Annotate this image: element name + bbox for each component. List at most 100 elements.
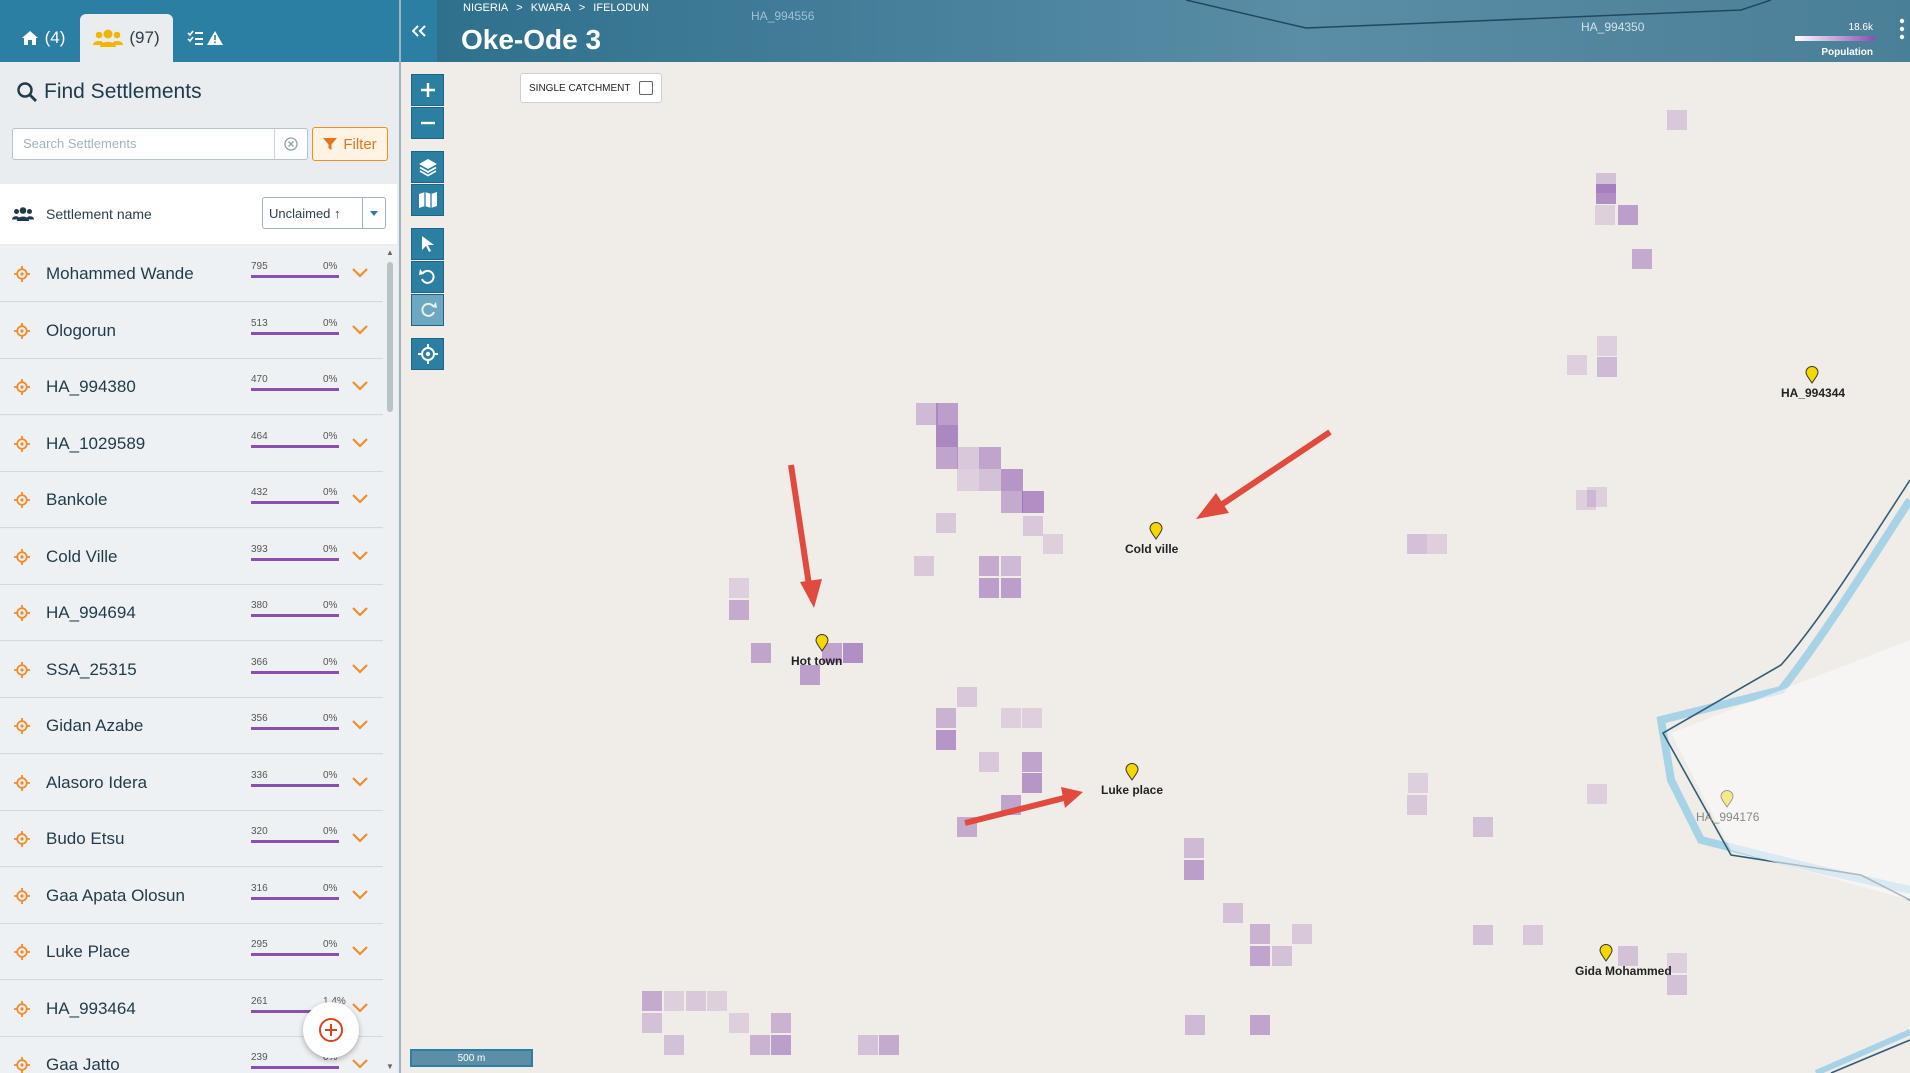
locate-target-icon[interactable]: [14, 774, 30, 791]
settlement-row[interactable]: Cold Ville 393 0%: [0, 528, 383, 585]
zoom-out-button[interactable]: [411, 107, 444, 139]
population-pixel: [751, 643, 771, 663]
settlement-name[interactable]: SSA_25315: [46, 660, 137, 680]
caret-down-icon[interactable]: [362, 198, 385, 228]
chevron-down-icon[interactable]: [352, 494, 368, 504]
settlement-name[interactable]: Gaa Apata Olosun: [46, 886, 185, 906]
scroll-thumb[interactable]: [387, 262, 393, 412]
search-input[interactable]: [21, 135, 275, 152]
chevron-down-icon[interactable]: [352, 720, 368, 730]
chevron-down-icon[interactable]: [352, 946, 368, 956]
settlement-name[interactable]: Luke Place: [46, 942, 130, 962]
settlement-name[interactable]: Alasoro Idera: [46, 773, 147, 793]
layers-button[interactable]: [411, 151, 444, 183]
settlement-row[interactable]: Alasoro Idera 336 0%: [0, 754, 383, 811]
redo-button[interactable]: [411, 294, 444, 326]
chevron-down-icon[interactable]: [352, 833, 368, 843]
scroll-down-arrow[interactable]: ▼: [386, 1062, 394, 1071]
chevron-down-icon[interactable]: [352, 268, 368, 278]
boundary-line-bottom: [1830, 1039, 1910, 1073]
scroll-up-arrow[interactable]: ▲: [386, 248, 394, 257]
chevron-down-icon[interactable]: [352, 889, 368, 900]
map-view[interactable]: Cold ville Hot town Luke place HA_994344 HA_…: [401, 0, 1910, 1073]
clear-search-icon[interactable]: [274, 129, 307, 159]
settlement-row[interactable]: Bankole 432 0%: [0, 472, 383, 528]
undo-button[interactable]: [411, 261, 444, 293]
settlement-name[interactable]: Gaa Jatto: [46, 1055, 120, 1073]
locate-target-icon[interactable]: [14, 661, 30, 678]
settlement-row[interactable]: SSA_25315 366 0%: [0, 641, 383, 698]
locate-target-icon[interactable]: [14, 435, 30, 452]
chevron-down-icon[interactable]: [352, 437, 368, 448]
settlement-name[interactable]: Bankole: [46, 490, 107, 510]
chevron-down-icon[interactable]: [352, 381, 368, 391]
single-catchment-checkbox[interactable]: [638, 81, 653, 95]
breadcrumb-lga[interactable]: IFELODUN: [593, 2, 649, 14]
zoom-in-button[interactable]: [411, 74, 444, 106]
chevron-down-icon[interactable]: [352, 607, 368, 617]
settlement-row[interactable]: Ologorun 513 0%: [0, 302, 383, 359]
tab-households[interactable]: (4): [12, 14, 74, 62]
chevron-down-icon[interactable]: [352, 324, 368, 335]
settlement-row[interactable]: Luke Place 295 0%: [0, 924, 383, 980]
settlement-row[interactable]: Gidan Azabe 356 0%: [0, 698, 383, 754]
marker-label-hot-town: Hot town: [791, 654, 843, 668]
basemap-button[interactable]: [411, 184, 444, 216]
population-bar: [251, 727, 339, 730]
page-title: Oke-Ode 3: [461, 24, 602, 55]
tab-tasks-warnings[interactable]: [180, 14, 240, 62]
locate-target-icon[interactable]: [14, 887, 30, 904]
single-catchment-toggle[interactable]: SINGLE CATCHMENT: [520, 73, 662, 103]
chevron-down-icon[interactable]: [352, 1059, 368, 1069]
settlement-name[interactable]: Gidan Azabe: [46, 716, 143, 736]
locate-target-icon[interactable]: [14, 831, 30, 847]
locate-target-icon[interactable]: [14, 718, 30, 734]
settlement-claimed-percent: 0%: [323, 487, 338, 498]
filter-button[interactable]: Filter: [312, 127, 388, 161]
collapse-sidebar-button[interactable]: [401, 0, 437, 62]
locate-target-icon[interactable]: [14, 944, 30, 960]
settlement-row[interactable]: HA_1029589 464 0%: [0, 415, 383, 472]
locate-target-icon[interactable]: [14, 322, 30, 339]
chevron-down-icon[interactable]: [352, 550, 368, 561]
settlement-name[interactable]: HA_1029589: [46, 434, 145, 454]
locate-target-icon[interactable]: [14, 548, 30, 565]
map-pin-icon: [1125, 763, 1139, 781]
settlement-name[interactable]: HA_994380: [46, 377, 136, 397]
locate-target-icon[interactable]: [14, 379, 30, 395]
settlement-row[interactable]: Mohammed Wande 795 0%: [0, 246, 383, 302]
locate-target-icon[interactable]: [14, 1057, 30, 1073]
list-scrollbar[interactable]: ▲ ▼: [383, 246, 397, 1073]
breadcrumb-country[interactable]: NIGERIA: [463, 2, 508, 14]
chevron-down-icon[interactable]: [352, 663, 368, 674]
settlement-row[interactable]: HA_994380 470 0%: [0, 359, 383, 415]
locate-target-icon[interactable]: [14, 266, 30, 282]
settlement-name[interactable]: HA_994694: [46, 603, 136, 623]
add-settlement-button[interactable]: [303, 1002, 359, 1058]
population-pixel: [1473, 817, 1493, 837]
tab-settlements[interactable]: (97): [80, 14, 173, 62]
kebab-menu-icon[interactable]: [1898, 18, 1906, 40]
settlement-name[interactable]: HA_993464: [46, 999, 136, 1019]
settlement-row[interactable]: Gaa Apata Olosun 316 0%: [0, 867, 383, 924]
settlement-row[interactable]: Budo Etsu 320 0%: [0, 811, 383, 867]
settlement-name[interactable]: Mohammed Wande: [46, 264, 194, 284]
breadcrumb-state[interactable]: KWARA: [531, 2, 571, 14]
locate-target-icon[interactable]: [14, 1000, 30, 1017]
chevron-down-icon[interactable]: [352, 776, 368, 787]
settlement-name-header[interactable]: Settlement name: [46, 206, 152, 222]
population-bar: [251, 501, 339, 504]
settlement-name[interactable]: Budo Etsu: [46, 829, 124, 849]
locate-target-icon[interactable]: [14, 605, 30, 621]
locate-button[interactable]: [411, 338, 444, 370]
settlement-row[interactable]: HA_994694 380 0%: [0, 585, 383, 641]
population-pixel: [936, 447, 958, 469]
settlement-name[interactable]: Cold Ville: [46, 547, 118, 567]
sort-select[interactable]: Unclaimed ↑: [262, 197, 386, 229]
locate-target-icon[interactable]: [14, 492, 30, 508]
settlement-claimed-percent: 0%: [323, 543, 338, 555]
map-pin-icon: [1599, 944, 1613, 962]
select-tool-button[interactable]: [411, 228, 444, 260]
settlement-name[interactable]: Ologorun: [46, 321, 116, 341]
chevron-down-icon[interactable]: [352, 1002, 368, 1013]
